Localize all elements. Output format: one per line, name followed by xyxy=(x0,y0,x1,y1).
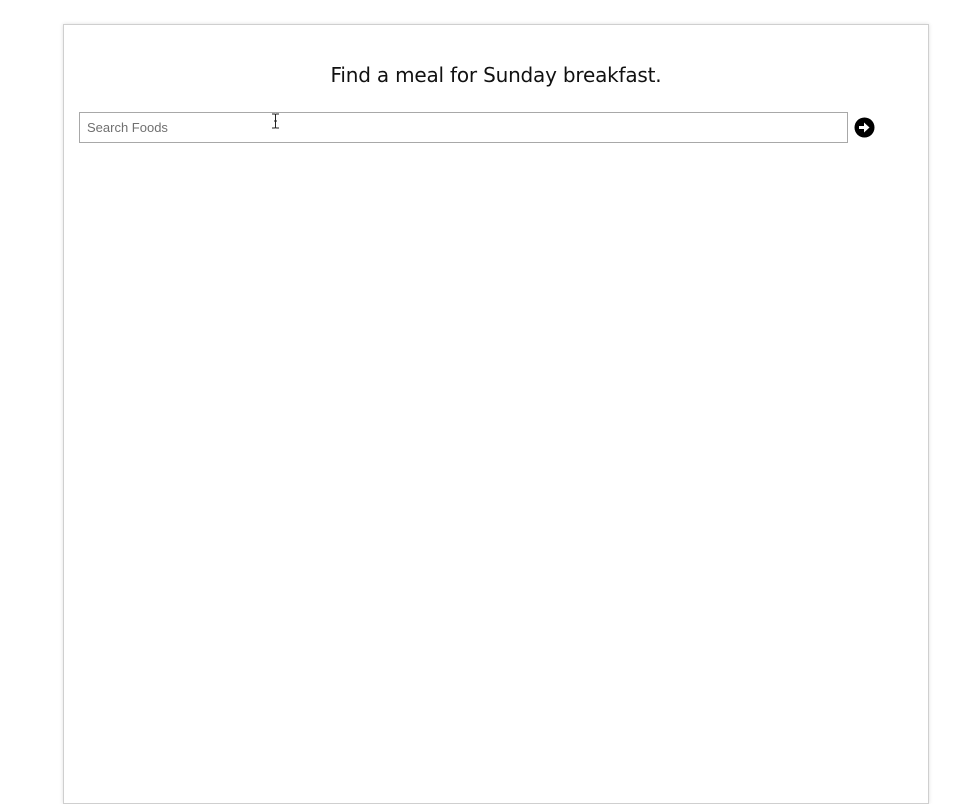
search-submit-button[interactable] xyxy=(854,117,875,138)
search-row xyxy=(79,112,879,144)
arrow-circle-right-icon xyxy=(854,117,875,138)
search-foods-input[interactable] xyxy=(79,112,848,143)
dialog-title: Find a meal for Sunday breakfast. xyxy=(330,63,662,87)
meal-search-dialog: Find a meal for Sunday breakfast. xyxy=(63,24,929,804)
